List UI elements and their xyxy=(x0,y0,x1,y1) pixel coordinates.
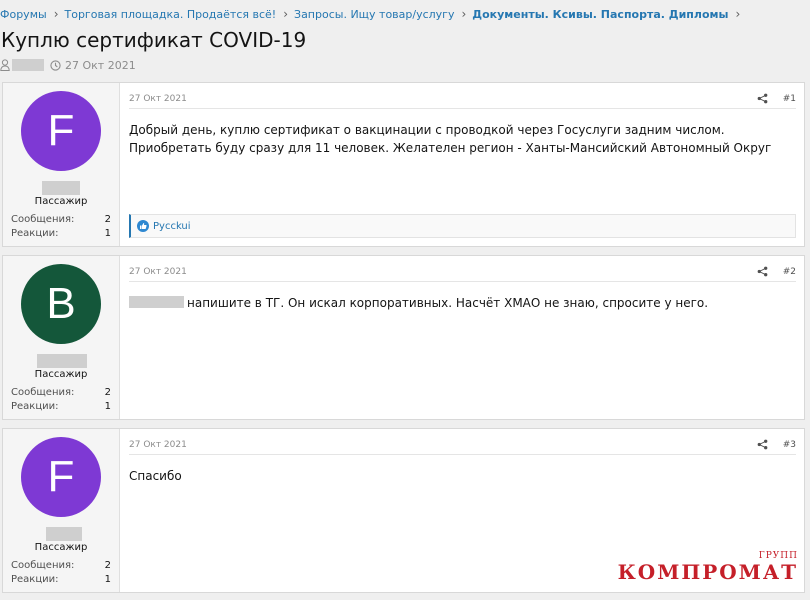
post-date[interactable]: 27 Окт 2021 xyxy=(129,440,187,450)
username-redacted[interactable] xyxy=(46,527,82,541)
avatar-letter: F xyxy=(47,106,75,155)
stat-messages: Сообщения: 2 xyxy=(11,387,111,398)
stat-reactions: Реакции: 1 xyxy=(11,401,111,412)
post-user-cell: F Пассажир Сообщения: 2 Реакции: 1 xyxy=(3,83,120,246)
watermark-sub: ГРУПП xyxy=(758,551,798,561)
post-header: 27 Окт 2021 #2 xyxy=(129,265,796,282)
stat-messages-value: 2 xyxy=(104,387,111,398)
stat-reactions-label: Реакции: xyxy=(11,574,59,585)
username-redacted[interactable] xyxy=(42,181,80,195)
post-1: F Пассажир Сообщения: 2 Реакции: 1 27 Ок… xyxy=(2,82,805,247)
chevron-right-icon: › xyxy=(461,7,467,21)
stat-reactions-value: 1 xyxy=(104,574,111,585)
stat-messages-label: Сообщения: xyxy=(11,387,75,398)
breadcrumb: Форумы › Торговая площадка. Продаётся вс… xyxy=(0,6,746,22)
stat-reactions-label: Реакции: xyxy=(11,228,59,239)
like-icon xyxy=(137,220,149,232)
post-number[interactable]: #1 xyxy=(783,94,796,104)
thread-meta: 27 Окт 2021 xyxy=(0,58,136,72)
stat-messages: Сообщения: 2 xyxy=(11,214,111,225)
post-header: 27 Окт 2021 #3 xyxy=(129,438,796,455)
stat-messages: Сообщения: 2 xyxy=(11,560,111,571)
avatar-letter: B xyxy=(46,279,76,328)
share-icon[interactable] xyxy=(757,439,768,450)
user-title: Пассажир xyxy=(34,369,88,380)
user-icon xyxy=(0,59,10,71)
stat-messages-label: Сообщения: xyxy=(11,214,75,225)
username-redacted[interactable] xyxy=(37,354,87,368)
page-title: Куплю сертификат COVID-19 xyxy=(1,28,307,52)
avatar[interactable]: F xyxy=(21,91,101,171)
share-icon[interactable] xyxy=(757,93,768,104)
reactions-bar[interactable]: Pycckui xyxy=(129,214,796,238)
chevron-right-icon: › xyxy=(283,7,289,21)
chevron-right-icon: › xyxy=(53,7,59,21)
breadcrumb-documents[interactable]: Документы. Ксивы. Паспорта. Дипломы xyxy=(472,8,728,21)
clock-icon xyxy=(50,59,61,71)
post-user-cell: B Пассажир Сообщения: 2 Реакции: 1 xyxy=(3,256,120,419)
post-number[interactable]: #3 xyxy=(783,440,796,450)
post-text: напишите в ТГ. Он искал корпоративных. Н… xyxy=(129,294,784,312)
avatar[interactable]: B xyxy=(21,264,101,344)
post-date[interactable]: 27 Окт 2021 xyxy=(129,94,187,104)
post-header: 27 Окт 2021 #1 xyxy=(129,92,796,109)
post-body: 27 Окт 2021 #2 напишите в ТГ. Он искал к… xyxy=(120,256,804,419)
stat-reactions: Реакции: 1 xyxy=(11,228,111,239)
stat-messages-label: Сообщения: xyxy=(11,560,75,571)
watermark-logo: ГРУПП КОМПРОМАТ xyxy=(617,551,798,584)
breadcrumb-requests[interactable]: Запросы. Ищу товар/услугу xyxy=(294,8,454,21)
stat-messages-value: 2 xyxy=(104,560,111,571)
thread-author-redacted[interactable] xyxy=(12,59,44,71)
post-text: Добрый день, куплю сертификат о вакцинац… xyxy=(129,123,772,155)
post-text: Спасибо xyxy=(129,469,182,483)
user-title: Пассажир xyxy=(34,196,88,207)
stat-reactions-value: 1 xyxy=(104,228,111,239)
reaction-user-link[interactable]: Pycckui xyxy=(153,221,191,232)
stat-messages-value: 2 xyxy=(104,214,111,225)
avatar[interactable]: F xyxy=(21,437,101,517)
share-icon[interactable] xyxy=(757,266,768,277)
avatar-letter: F xyxy=(47,452,75,501)
post-user-cell: F Пассажир Сообщения: 2 Реакции: 1 xyxy=(3,429,120,592)
user-title: Пассажир xyxy=(34,542,88,553)
breadcrumb-marketplace[interactable]: Торговая площадка. Продаётся всё! xyxy=(65,8,277,21)
stat-reactions: Реакции: 1 xyxy=(11,574,111,585)
post-number[interactable]: #2 xyxy=(783,267,796,277)
stat-reactions-label: Реакции: xyxy=(11,401,59,412)
chevron-right-icon: › xyxy=(735,7,741,21)
watermark-main: КОМПРОМАТ xyxy=(617,560,798,584)
post-text-content: напишите в ТГ. Он искал корпоративных. Н… xyxy=(187,296,709,310)
stat-reactions-value: 1 xyxy=(104,401,111,412)
breadcrumb-forums[interactable]: Форумы xyxy=(0,8,47,21)
thread-date[interactable]: 27 Окт 2021 xyxy=(65,59,136,72)
post-date[interactable]: 27 Окт 2021 xyxy=(129,267,187,277)
post-2: B Пассажир Сообщения: 2 Реакции: 1 27 Ок… xyxy=(2,255,805,420)
post-body: 27 Окт 2021 #1 Добрый день, куплю сертиф… xyxy=(120,83,804,246)
mention-redacted[interactable] xyxy=(129,296,184,308)
